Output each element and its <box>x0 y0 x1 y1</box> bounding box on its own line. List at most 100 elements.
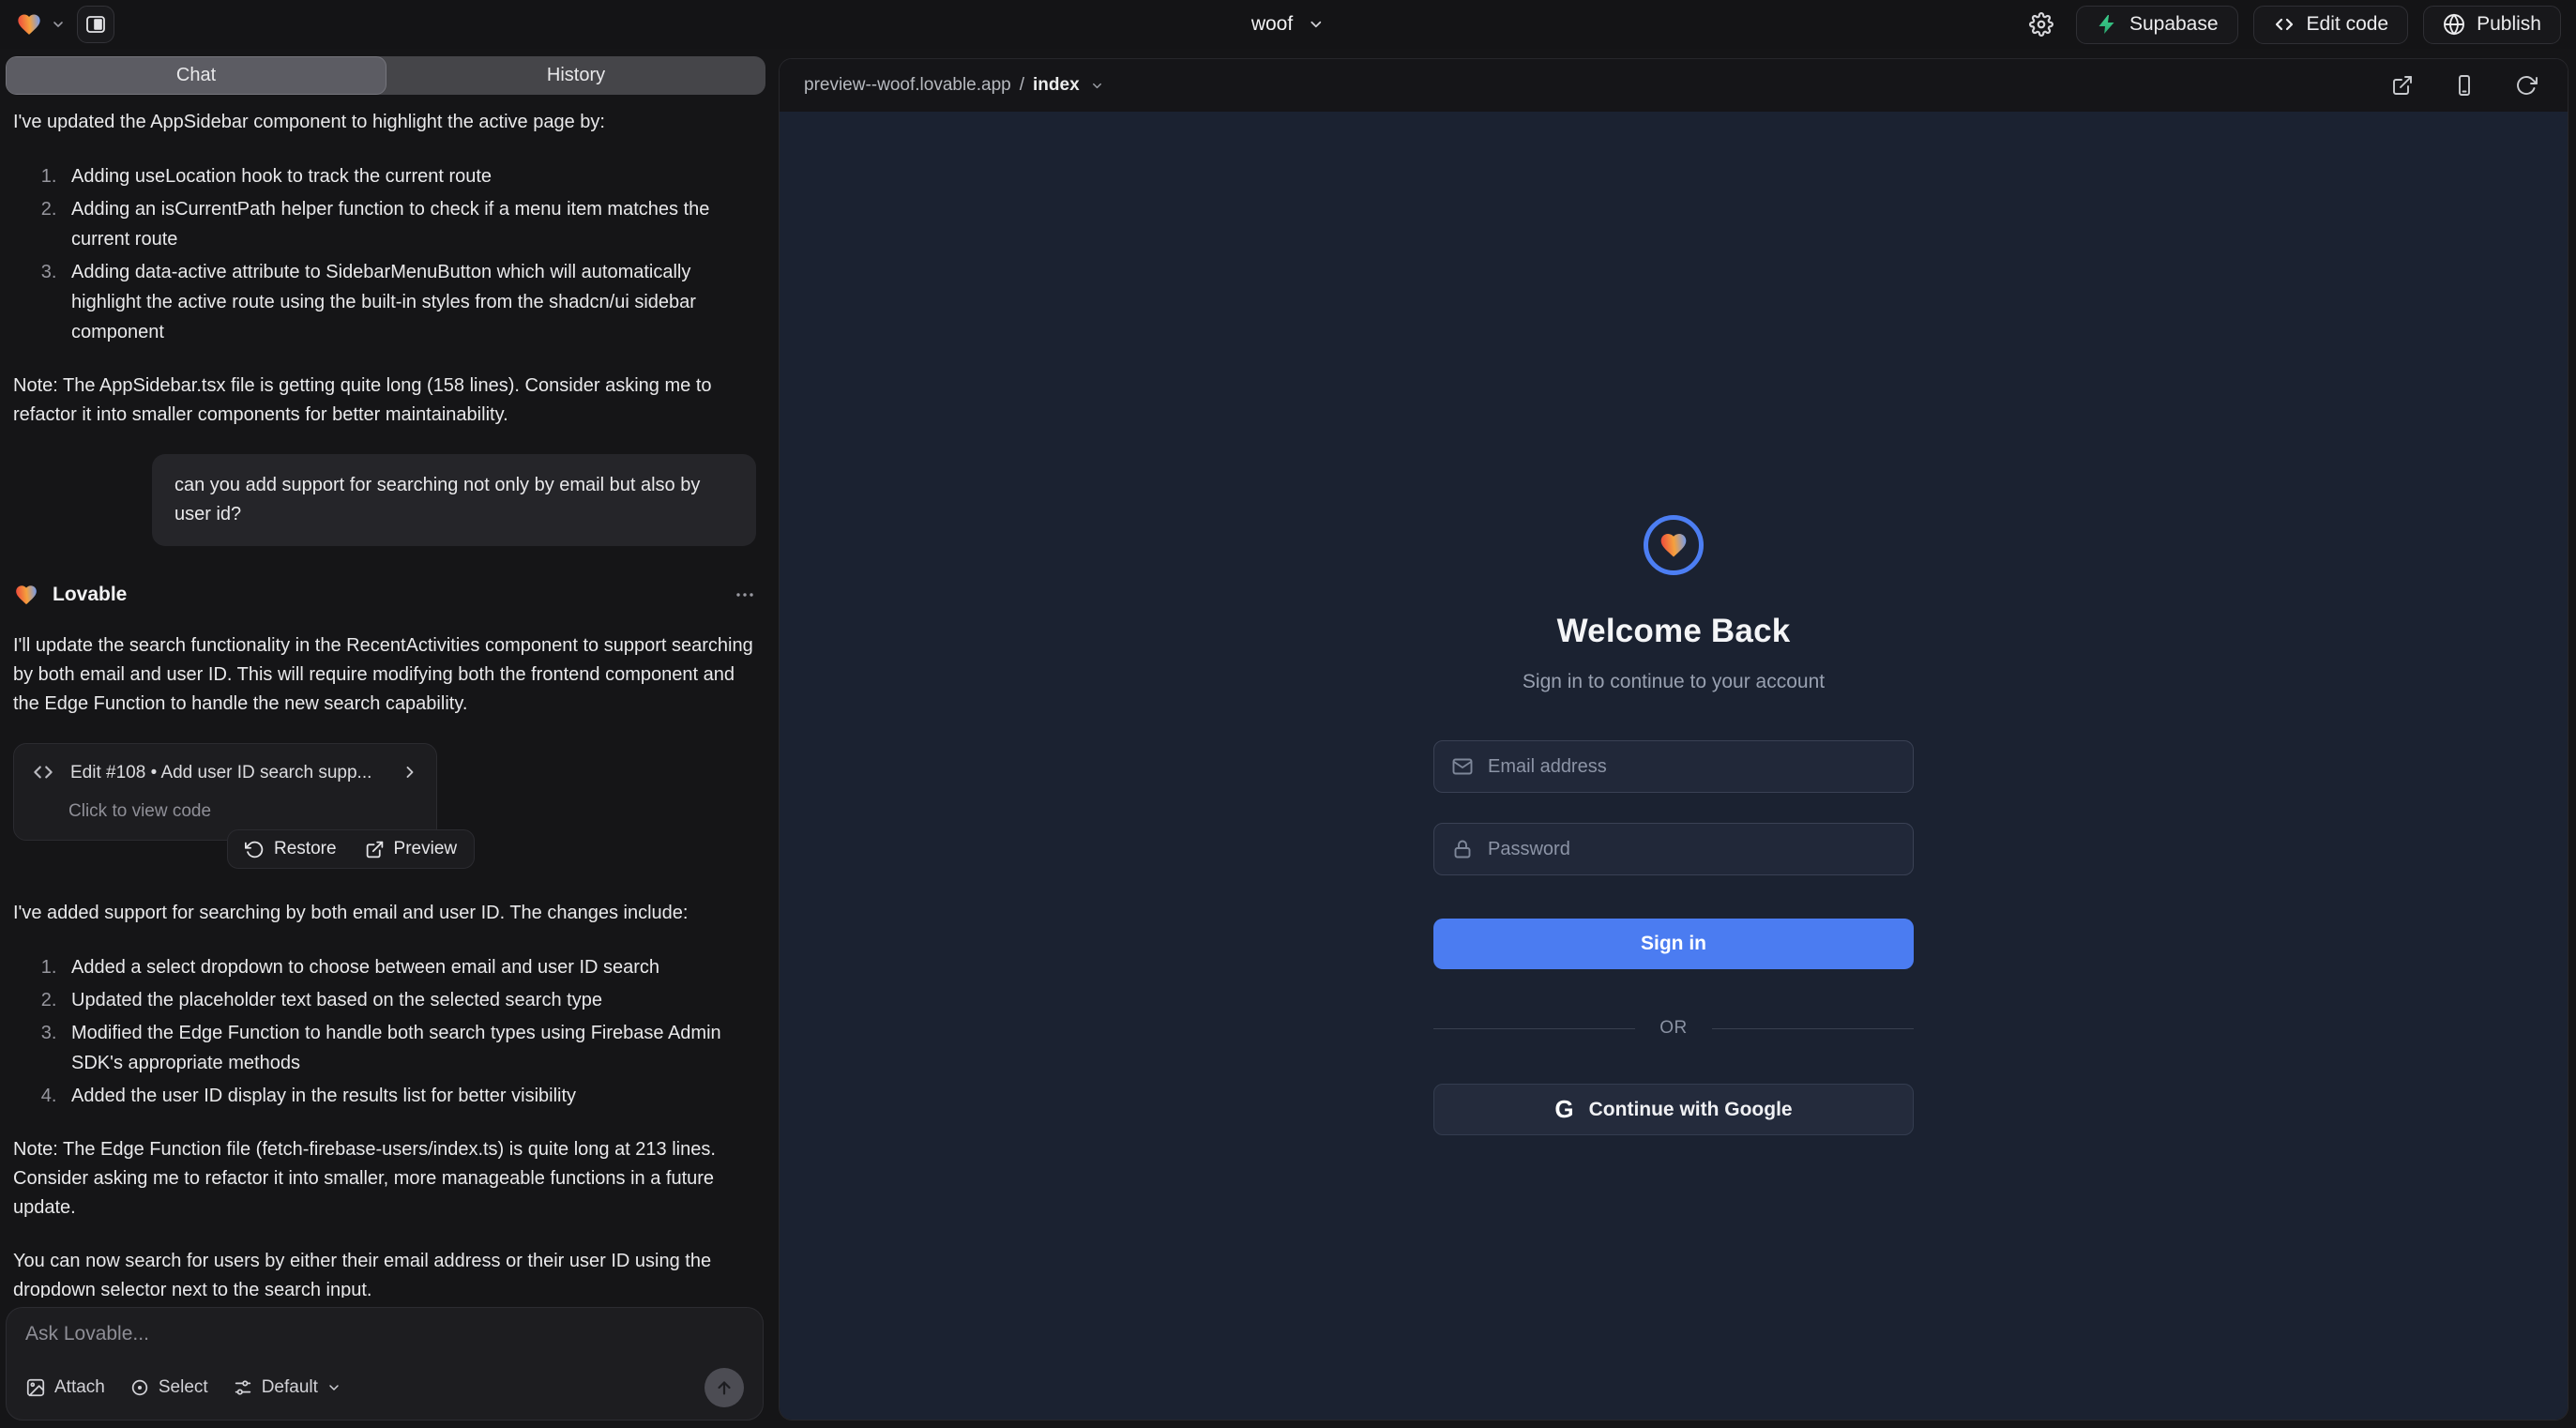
gear-icon <box>2029 12 2053 37</box>
lovable-heart-icon <box>13 583 39 607</box>
list-item: Adding an isCurrentPath helper function … <box>62 194 756 254</box>
target-icon <box>129 1377 150 1398</box>
code-icon <box>31 760 55 784</box>
project-switcher[interactable]: woof <box>1251 13 1325 36</box>
mobile-view-button[interactable] <box>2447 68 2481 102</box>
email-field[interactable] <box>1433 740 1914 793</box>
message-options-button[interactable] <box>734 584 756 606</box>
list-item: Adding data-active attribute to SidebarM… <box>62 257 756 347</box>
edit-actions: Restore Preview <box>227 829 475 869</box>
chevron-down-icon <box>326 1380 341 1395</box>
assistant-summary: I've added support for searching by both… <box>13 899 756 928</box>
edit-code-label: Edit code <box>2307 13 2389 36</box>
user-message-bubble: can you add support for searching not on… <box>152 454 756 546</box>
panel-layout-icon <box>84 13 107 36</box>
mail-icon <box>1451 755 1474 778</box>
chat-composer: Attach Select Default <box>6 1307 764 1420</box>
restore-button[interactable]: Restore <box>245 839 337 859</box>
signin-subtitle: Sign in to continue to your account <box>1523 671 1825 693</box>
divider-line <box>1712 1028 1914 1029</box>
tab-chat[interactable]: Chat <box>6 56 386 95</box>
assistant-reply-intro: I'll update the search functionality in … <box>13 631 756 719</box>
attach-label: Attach <box>54 1377 105 1398</box>
lovable-logo-menu[interactable] <box>15 11 66 38</box>
signin-card: Welcome Back Sign in to continue to your… <box>1433 515 1914 1135</box>
assistant-list: Adding useLocation hook to track the cur… <box>13 161 756 347</box>
attach-button[interactable]: Attach <box>25 1377 105 1398</box>
preview-topbar: preview--woof.lovable.app / index <box>780 59 2568 112</box>
chat-panel: Chat History I've updated the AppSidebar… <box>0 49 771 1428</box>
external-link-icon <box>2391 74 2414 97</box>
supabase-icon <box>2096 13 2118 36</box>
refresh-button[interactable] <box>2509 68 2543 102</box>
globe-icon <box>2443 13 2465 36</box>
lock-icon <box>1451 838 1474 860</box>
preview-panel: preview--woof.lovable.app / index <box>779 58 2568 1420</box>
edit-code-button[interactable]: Edit code <box>2253 6 2409 44</box>
chevron-right-icon <box>401 763 419 782</box>
chevron-down-icon <box>1090 79 1104 93</box>
edit-block: Edit #108 • Add user ID search supp... C… <box>13 743 756 870</box>
sidebar-toggle-button[interactable] <box>77 6 114 43</box>
attach-image-icon <box>25 1377 46 1398</box>
or-divider: OR <box>1433 1018 1914 1039</box>
chat-input[interactable] <box>25 1323 744 1345</box>
edit-subtitle: Click to view code <box>68 798 419 825</box>
code-icon <box>2273 13 2296 36</box>
heart-icon <box>1658 530 1690 560</box>
publish-button[interactable]: Publish <box>2423 6 2561 44</box>
assistant-name: Lovable <box>53 580 127 611</box>
password-field[interactable] <box>1433 823 1914 875</box>
select-label: Select <box>159 1377 208 1398</box>
google-signin-label: Continue with Google <box>1589 1099 1793 1121</box>
restore-label: Restore <box>274 839 337 859</box>
list-item: Added the user ID display in the results… <box>62 1081 756 1111</box>
password-input[interactable] <box>1488 839 1896 860</box>
select-element-button[interactable]: Select <box>129 1377 208 1398</box>
assistant-note: Note: The AppSidebar.tsx file is getting… <box>13 372 756 430</box>
assistant-outro: You can now search for users by either t… <box>13 1247 756 1298</box>
email-input[interactable] <box>1488 756 1896 778</box>
divider-line <box>1433 1028 1635 1029</box>
assistant-note: Note: The Edge Function file (fetch-fire… <box>13 1135 756 1223</box>
preview-viewport: Welcome Back Sign in to continue to your… <box>780 112 2568 1420</box>
external-link-icon <box>365 840 385 859</box>
sliders-icon <box>233 1377 253 1398</box>
signin-title: Welcome Back <box>1557 613 1791 650</box>
preview-label: Preview <box>394 839 458 859</box>
or-label: OR <box>1659 1018 1688 1039</box>
lovable-heart-icon <box>15 11 43 38</box>
restore-icon <box>245 840 265 859</box>
google-signin-button[interactable]: G Continue with Google <box>1433 1084 1914 1135</box>
preview-button[interactable]: Preview <box>365 839 458 859</box>
chevron-down-icon <box>1308 16 1325 33</box>
chat-history-tabs: Chat History <box>6 56 765 95</box>
settings-button[interactable] <box>2022 5 2061 44</box>
publish-label: Publish <box>2477 13 2541 36</box>
tab-history[interactable]: History <box>386 56 765 95</box>
assistant-message-intro: I've updated the AppSidebar component to… <box>13 108 756 137</box>
preview-page: index <box>1033 75 1080 96</box>
mode-selector[interactable]: Default <box>233 1377 341 1398</box>
preview-domain: preview--woof.lovable.app <box>804 75 1011 96</box>
smartphone-icon <box>2453 74 2476 97</box>
refresh-icon <box>2515 74 2538 97</box>
supabase-button[interactable]: Supabase <box>2076 6 2238 44</box>
open-in-new-tab-button[interactable] <box>2386 68 2419 102</box>
edit-title: Edit #108 • Add user ID search supp... <box>70 759 371 786</box>
ellipsis-icon <box>734 584 756 606</box>
chevron-down-icon <box>51 17 66 32</box>
assistant-header: Lovable <box>13 580 756 611</box>
preview-url-selector[interactable]: preview--woof.lovable.app / index <box>804 75 1104 96</box>
list-item: Modified the Edge Function to handle bot… <box>62 1018 756 1078</box>
project-name: woof <box>1251 13 1293 36</box>
app-topbar: woof Supabase Edit code <box>0 0 2576 49</box>
send-button[interactable] <box>705 1368 744 1407</box>
list-item: Added a select dropdown to choose betwee… <box>62 952 756 982</box>
signin-submit-button[interactable]: Sign in <box>1433 919 1914 969</box>
arrow-up-icon <box>714 1377 735 1398</box>
app-logo <box>1644 515 1704 575</box>
assistant-list: Added a select dropdown to choose betwee… <box>13 952 756 1111</box>
supabase-label: Supabase <box>2129 13 2219 36</box>
edit-card[interactable]: Edit #108 • Add user ID search supp... C… <box>13 743 437 842</box>
